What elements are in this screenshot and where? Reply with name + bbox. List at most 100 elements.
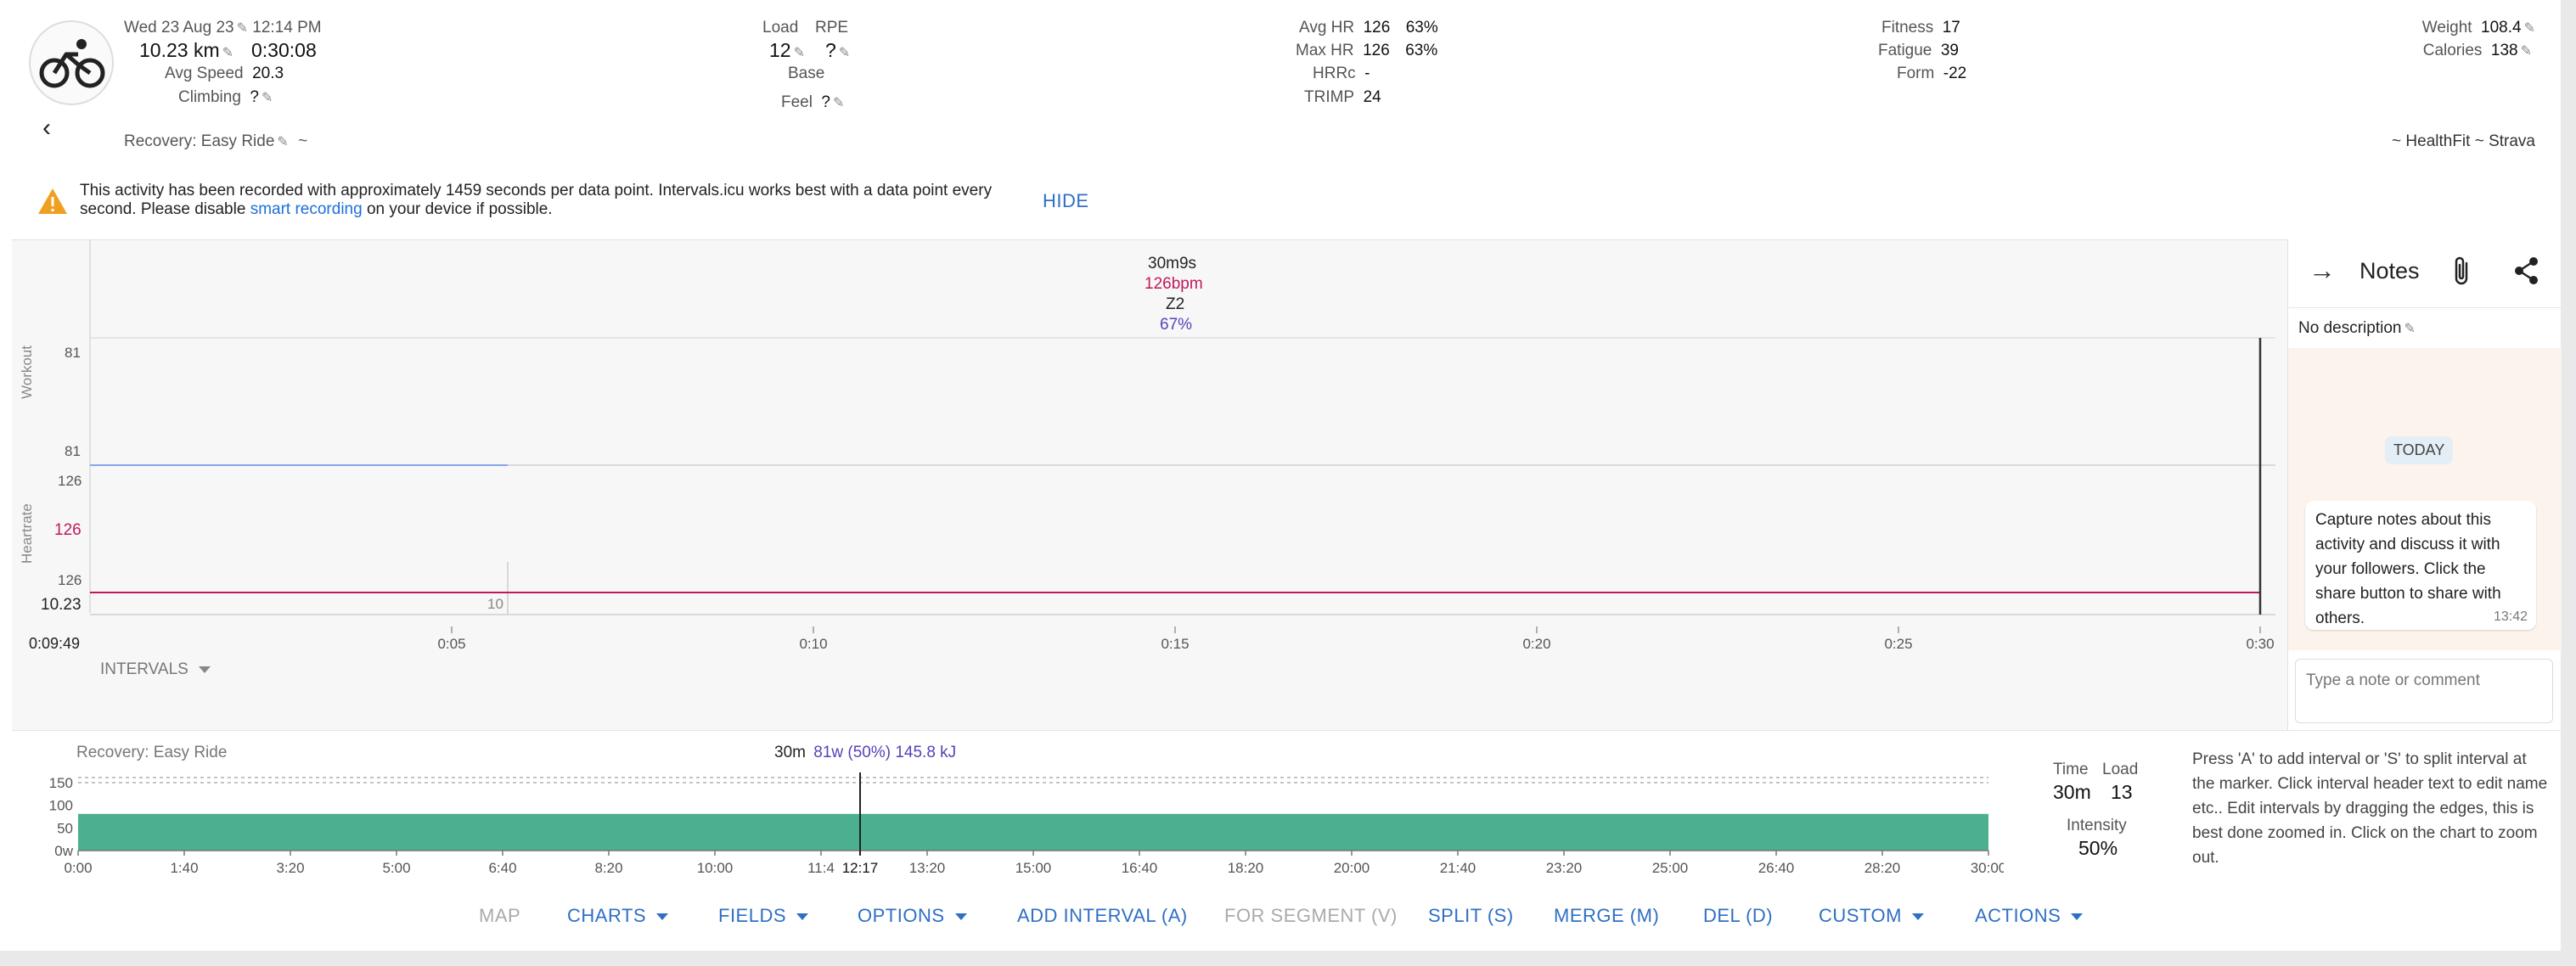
trimp-value: 24 [1363,88,1381,106]
intervals-dropdown[interactable]: INTERVALS [100,660,211,679]
calories-value: 138 [2490,42,2518,59]
actions-chevron-down-icon [2071,913,2084,921]
activity-type-avatar[interactable] [29,20,114,105]
power-y-tick-label: 0w [54,843,73,859]
power-y-tick-label: 50 [57,820,73,836]
note-input[interactable]: Type a note or comment [2295,659,2553,723]
power-x-tick-label: 16:40 [1122,860,1158,876]
power-bar[interactable] [78,813,1988,851]
power-x-tick-label: 5:00 [382,860,410,876]
rpe[interactable]: ? ✎ [825,39,850,62]
climbing[interactable]: Climbing ? ✎ [178,88,273,107]
interval-load-label: Load [2102,761,2139,778]
share-icon[interactable] [2512,256,2541,285]
avg-hr-value: 126 [1363,19,1391,37]
edit-date-icon[interactable]: ✎ [237,21,248,36]
power-y-axis-ticks: 150 100 50 0w [49,775,74,859]
activity-source[interactable]: ~ HealthFit ~ Strava [2392,132,2535,151]
split-button[interactable]: SPLIT (S) [1428,905,1514,927]
notes-panel: → Notes No description ✎ TODAY Capture no… [2287,239,2562,730]
time-text: 12:14 PM [252,19,322,37]
note-message: Capture notes about this activity and di… [2305,501,2536,630]
weight[interactable]: Weight 108.4 ✎ [2422,19,2535,37]
hr-mid-value: 126 [54,521,82,539]
load-label: Load [762,19,799,37]
edit-calories-icon[interactable]: ✎ [2521,44,2532,59]
power-x-tick-label: 30:00 [1971,860,2004,876]
rpe-label: RPE [815,19,849,37]
custom-button[interactable]: CUSTOM [1819,905,1924,927]
notes-thread: TODAY Capture notes about this activity … [2288,348,2562,650]
hide-warning-button[interactable]: HIDE [1043,190,1089,212]
map-button[interactable]: MAP [479,905,520,927]
charts-chevron-down-icon [656,913,669,921]
no-description[interactable]: No description ✎ [2298,319,2416,338]
warning-line-2-post: on your device if possible. [362,200,553,218]
avg-speed: Avg Speed 20.3 [165,65,284,83]
edit-climbing-icon[interactable]: ✎ [262,91,273,105]
feel[interactable]: Feel ? ✎ [781,93,844,112]
note-input-placeholder: Type a note or comment [2306,671,2480,689]
note-message-time: 13:42 [2493,609,2528,624]
calories[interactable]: Calories 138 ✎ [2423,42,2532,60]
collapse-arrow-icon[interactable]: → [2309,255,2336,286]
back-chevron-icon[interactable]: ‹ [42,114,51,143]
power-x-tick-label: 15:00 [1015,860,1052,876]
charts-button[interactable]: CHARTS [567,905,669,927]
load[interactable]: 12 ✎ [769,39,805,62]
distance[interactable]: 10.23 km ✎ [139,39,233,62]
edit-description-icon[interactable]: ✎ [2404,322,2415,336]
add-interval-button[interactable]: ADD INTERVAL (A) [1017,905,1188,927]
delete-button[interactable]: DEL (D) [1703,905,1773,927]
edit-load-icon[interactable]: ✎ [794,46,805,60]
heartrate-axis-label: Heartrate [19,503,35,564]
options-button[interactable]: OPTIONS [858,905,967,927]
power-x-tick-label: 23:20 [1546,860,1583,876]
tooltip-zone: Z2 [1166,295,1185,313]
edit-distance-icon[interactable]: ✎ [222,46,233,60]
power-x-tick-label: 26:40 [1758,860,1795,876]
activity-chart[interactable]: 0:05 0:10 0:15 0:20 0:25 0:30 [0,239,2292,730]
edit-weight-icon[interactable]: ✎ [2524,21,2535,36]
options-label: OPTIONS [858,905,945,926]
climbing-label: Climbing [178,88,241,106]
time-tick-label: 0:05 [437,636,465,652]
trimp-label: TRIMP [1304,88,1355,106]
distance-marker: 10.23 [41,596,82,614]
weight-value: 108.4 [2481,19,2522,37]
intervals-label: INTERVALS [100,660,188,678]
merge-button[interactable]: MERGE (M) [1554,905,1659,927]
tilde-text: ~ [298,132,308,150]
activity-date[interactable]: Wed 23 Aug 23 ✎ 12:14 PM [124,19,322,37]
warning-text: This activity has been recorded with app… [80,182,992,219]
edit-rpe-icon[interactable]: ✎ [839,46,850,60]
edit-name-icon[interactable]: ✎ [277,135,288,149]
interval-name[interactable]: Recovery: Easy Ride [76,744,227,762]
time-axis-ticks: 0:05 0:10 0:15 0:20 0:25 0:30 [437,626,2275,652]
time-tick-label: 0:10 [799,636,827,652]
time-tick-label: 0:15 [1161,636,1189,652]
power-x-tick-label: 3:20 [276,860,304,876]
power-x-tick-label: 20:00 [1334,860,1370,876]
tooltip-duration: 30m9s [1148,255,1197,272]
hrrc: HRRc - [1313,65,1370,83]
smart-recording-link[interactable]: smart recording [250,200,363,218]
avg-hr-pct: 63% [1405,19,1438,37]
attachment-icon[interactable] [2451,255,2473,287]
interval-summary[interactable]: 30m 81w (50%) 145.8 kJ [774,744,956,762]
actions-label: ACTIONS [1975,905,2061,926]
power-x-tick-label: 8:20 [594,860,622,876]
distance-value: 10.23 km [139,39,220,61]
edit-feel-icon[interactable]: ✎ [833,96,844,110]
activity-name[interactable]: Recovery: Easy Ride ✎ ~ [124,132,307,151]
interval-power-chart[interactable]: 150 100 50 0w 0:00 1:40 3:20 5:00 6:40 8:20 10:00… [0,764,2004,883]
warning-line-2: second. Please disable smart recording o… [80,200,992,219]
options-chevron-down-icon [954,913,967,921]
fields-button[interactable]: FIELDS [718,905,809,927]
workout-top-value: 81 [65,345,81,361]
actions-button[interactable]: ACTIONS [1975,905,2084,927]
load-value: 12 [769,39,791,61]
for-segment-button[interactable]: FOR SEGMENT (V) [1224,905,1398,927]
power-x-tick-label: 25:00 [1652,860,1689,876]
time-tick-label: 0:30 [2246,636,2274,652]
